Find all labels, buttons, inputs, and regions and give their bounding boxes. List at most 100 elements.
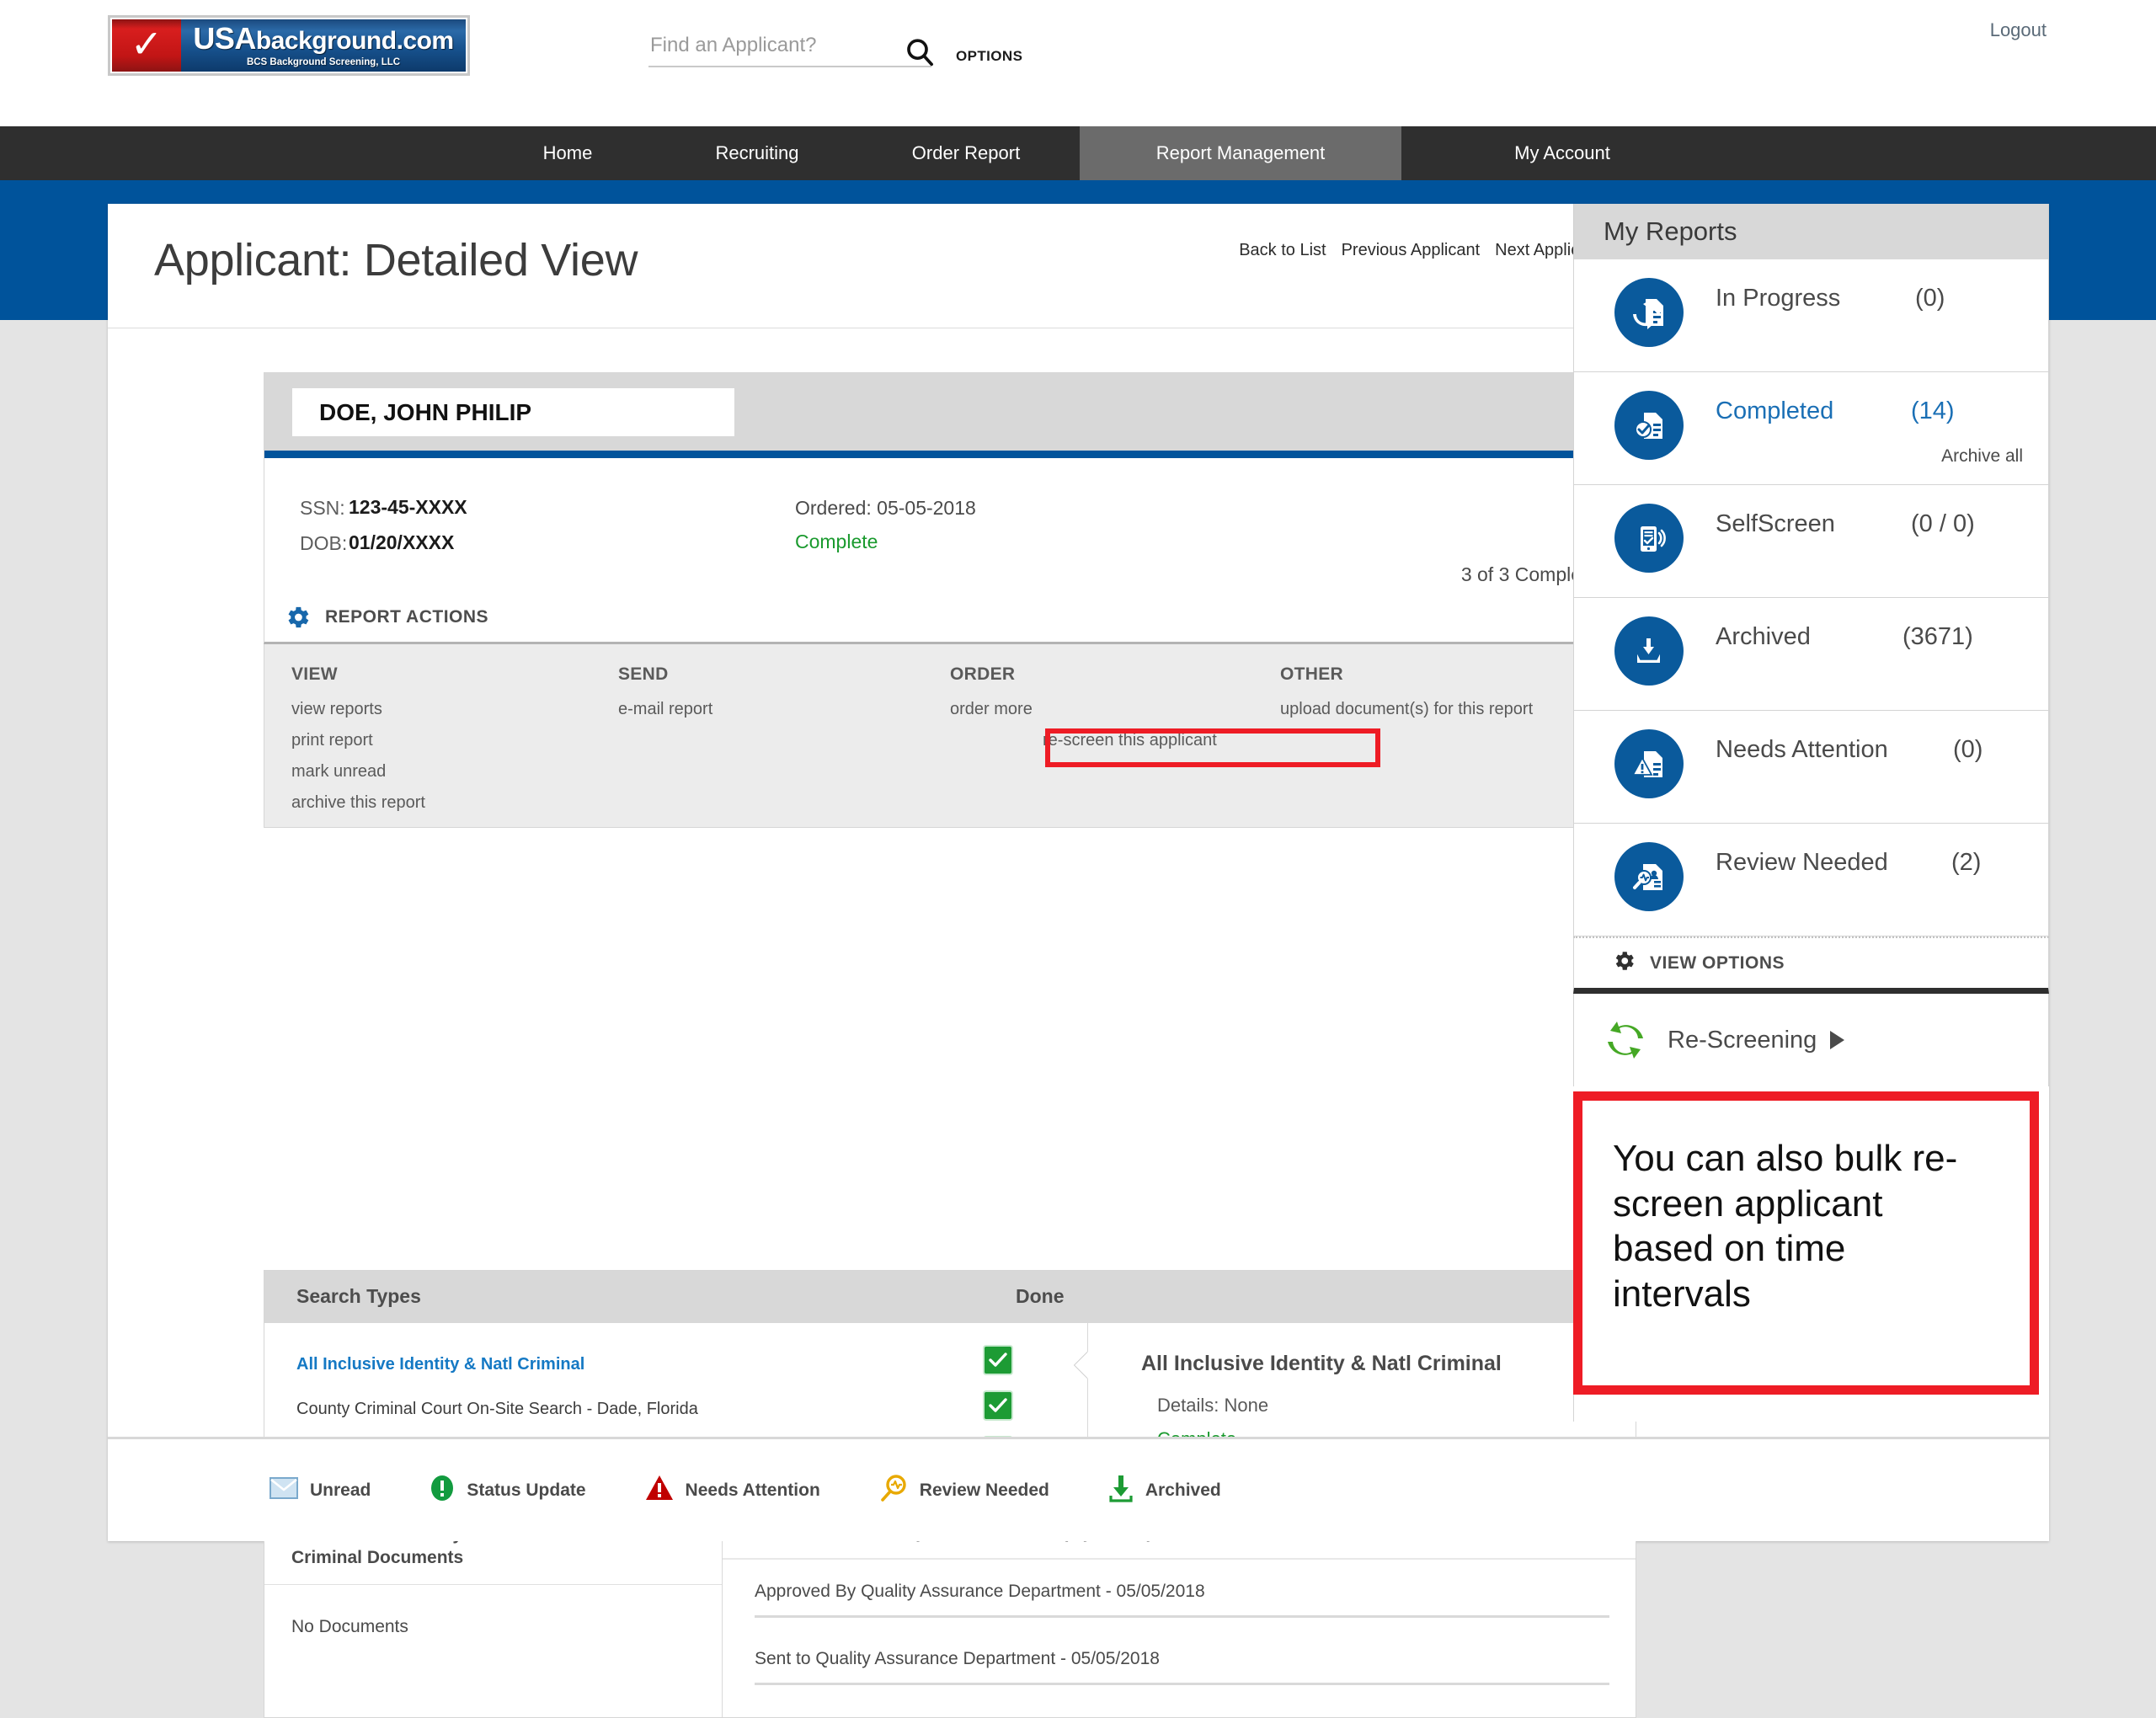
sidebar-count-archived: (3671): [1903, 623, 1973, 650]
search-type-row-1[interactable]: All Inclusive Identity & Natl Criminal: [296, 1355, 584, 1374]
recycle-arrows-icon: [1602, 1016, 1649, 1064]
sidebar-title: My Reports: [1604, 216, 1737, 246]
dob-label: DOB:: [300, 532, 348, 554]
sidebar-item-selfscreen[interactable]: SelfScreen (0 / 0): [1573, 485, 2049, 598]
warning-triangle-icon: [645, 1475, 674, 1507]
logout-link[interactable]: Logout: [1990, 19, 2047, 41]
legend-label-needs-attention: Needs Attention: [685, 1480, 820, 1500]
legend-label-unread: Unread: [310, 1480, 371, 1500]
done-checkbox-2[interactable]: [985, 1392, 1011, 1419]
sidebar-count-completed: (14): [1911, 397, 1955, 424]
sidebar-item-review-needed[interactable]: Review Needed (2): [1573, 824, 2049, 936]
logo-wordmark: USAbackground.com BCS Background Screeni…: [181, 19, 466, 72]
action-archive-report[interactable]: archive this report: [291, 793, 425, 813]
search-types-panel: Search Types Done All Inclusive Identity…: [264, 1270, 1636, 1465]
sidebar-count-needs-attention: (0): [1953, 736, 1983, 763]
bulk-rescreen-callout: You can also bulk re-screen applicant ba…: [1573, 1091, 2039, 1395]
detail-title: All Inclusive Identity & Natl Criminal: [1141, 1352, 1502, 1375]
done-checkbox-1[interactable]: [985, 1347, 1011, 1374]
sidebar-label-archived: Archived: [1716, 623, 1811, 650]
sidebar-count-selfscreen: (0 / 0): [1911, 510, 1975, 537]
report-actions-column-view: VIEW view reports print report mark unre…: [291, 664, 425, 824]
legend-item-needs-attention: Needs Attention: [633, 1475, 820, 1507]
view-options-label: VIEW OPTIONS: [1650, 952, 1785, 973]
back-to-list-link[interactable]: Back to List: [1239, 241, 1326, 260]
note-item-1: Approved By Quality Assurance Department…: [755, 1582, 1609, 1618]
search-type-row-2[interactable]: County Criminal Court On-Site Search - D…: [296, 1400, 698, 1419]
top-bar: ✓ USAbackground.com BCS Background Scree…: [0, 0, 2156, 131]
search-icon[interactable]: [903, 35, 937, 69]
check-icon: ✓: [130, 22, 163, 67]
nav-item-home[interactable]: Home: [473, 126, 662, 180]
view-options-button[interactable]: VIEW OPTIONS: [1573, 936, 2049, 994]
legend-item-archived: Archived: [1097, 1474, 1221, 1507]
dob-value: 01/20/XXXX: [349, 531, 455, 553]
nav-item-report-management[interactable]: Report Management: [1080, 126, 1401, 180]
column-header-done: Done: [1016, 1285, 1065, 1307]
column-header-search-types: Search Types: [296, 1285, 421, 1307]
column-heading-view: VIEW: [291, 664, 338, 684]
card-accent-rule: [264, 451, 1636, 458]
report-actions-column-send: SEND e-mail report: [618, 664, 712, 731]
site-logo[interactable]: ✓ USAbackground.com BCS Background Scree…: [108, 15, 470, 76]
detail-pointer-arrow: [1075, 1352, 1088, 1379]
ordered-date: Ordered: 05-05-2018: [795, 497, 976, 519]
sidebar-header: My Reports: [1573, 204, 2049, 259]
report-actions-column-order: ORDER order more re-screen this applican…: [950, 664, 1217, 762]
sidebar-bottom-spacer: [1573, 1395, 2049, 1422]
action-order-more[interactable]: order more: [950, 700, 1217, 719]
search-input[interactable]: [648, 34, 931, 67]
column-heading-order: ORDER: [950, 664, 1016, 684]
action-upload-documents[interactable]: upload document(s) for this report: [1280, 700, 1533, 719]
action-print-report[interactable]: print report: [291, 731, 425, 750]
my-reports-sidebar: My Reports In Progress (0) Completed (14…: [1573, 204, 2049, 1422]
exclamation-circle-icon: [430, 1475, 455, 1507]
nav-item-my-account[interactable]: My Account: [1401, 126, 1723, 180]
legend-label-archived: Archived: [1145, 1480, 1221, 1500]
doc-refresh-icon: [1614, 278, 1684, 347]
previous-applicant-link[interactable]: Previous Applicant: [1342, 241, 1481, 260]
sidebar-item-completed[interactable]: Completed (14) Archive all: [1573, 372, 2049, 485]
sidebar-item-archived[interactable]: Archived (3671): [1573, 598, 2049, 711]
logo-subtitle: BCS Background Screening, LLC: [246, 57, 401, 67]
detail-details: Details: None: [1157, 1395, 1269, 1416]
logo-background-text: background.com: [255, 27, 454, 55]
sidebar-count-review-needed: (2): [1951, 849, 1982, 876]
action-email-report[interactable]: e-mail report: [618, 700, 712, 719]
sidebar-item-needs-attention[interactable]: Needs Attention (0): [1573, 711, 2049, 824]
applicant-summary-card: DOE, JOHN PHILIP SSN: 123-45-XXXX DOB: 0…: [264, 372, 1636, 600]
action-rescreen-applicant[interactable]: re-screen this applicant: [1043, 731, 1217, 750]
logo-usa-text: USA: [193, 21, 256, 56]
nav-item-order-report[interactable]: Order Report: [852, 126, 1080, 180]
sidebar-label-completed: Completed: [1716, 397, 1834, 424]
doc-warning-icon: [1614, 729, 1684, 798]
play-arrow-icon: [1830, 1031, 1845, 1049]
status-legend: Unread Status Update Needs Attention Rev…: [108, 1437, 2049, 1541]
search-field-wrapper: [648, 34, 931, 67]
sidebar-label-review-needed: Review Needed: [1716, 849, 1888, 876]
legend-label-status-update: Status Update: [467, 1480, 586, 1500]
action-view-reports[interactable]: view reports: [291, 700, 425, 719]
mobile-check-icon: [1614, 504, 1684, 573]
sidebar-label-selfscreen: SelfScreen: [1716, 510, 1835, 537]
inbox-down-icon: [1614, 616, 1684, 686]
main-navigation: Home Recruiting Order Report Report Mana…: [0, 126, 2156, 180]
documents-empty-state: No Documents: [291, 1617, 408, 1636]
sidebar-label-in-progress: In Progress: [1716, 285, 1841, 312]
envelope-icon: [270, 1476, 298, 1504]
sidebar-label-needs-attention: Needs Attention: [1716, 736, 1888, 763]
action-mark-unread[interactable]: mark unread: [291, 762, 425, 782]
nav-item-recruiting[interactable]: Recruiting: [662, 126, 852, 180]
gear-icon: [283, 603, 312, 632]
re-screening-button[interactable]: Re-Screening: [1573, 994, 2049, 1086]
archive-all-link[interactable]: Archive all: [1941, 446, 2023, 467]
doc-check-icon: [1614, 391, 1684, 460]
download-tray-icon: [1108, 1474, 1134, 1507]
sidebar-count-in-progress: (0): [1915, 285, 1945, 312]
options-button[interactable]: OPTIONS: [956, 48, 1022, 65]
doc-magnifier-icon: [1614, 842, 1684, 911]
ssn-value: 123-45-XXXX: [349, 496, 467, 518]
ssn-label: SSN:: [300, 497, 345, 519]
sidebar-item-in-progress[interactable]: In Progress (0): [1573, 259, 2049, 372]
magnifier-pulse-icon: [879, 1474, 908, 1507]
